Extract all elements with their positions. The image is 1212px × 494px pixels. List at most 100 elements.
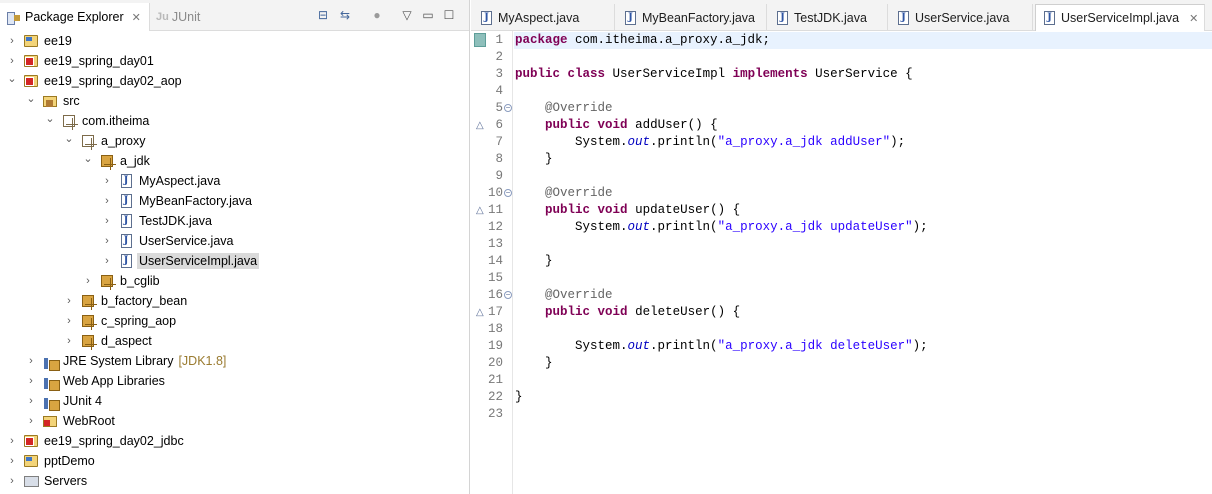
chevron-right-icon[interactable]: › <box>6 435 18 447</box>
code-line[interactable]: System.out.println("a_proxy.a_jdk update… <box>514 219 1212 236</box>
code-line[interactable]: System.out.println("a_proxy.a_jdk addUse… <box>514 134 1212 151</box>
java-editor[interactable]: 1 2 3 4 5−6 △ 7 8 9 10−11 △ 12 13 14 15 16−17 △ 18 19 20 21 2… <box>471 31 1212 494</box>
tree-item[interactable]: › c_spring_aop <box>63 311 178 331</box>
collapse-all-icon[interactable]: ⊟ <box>316 8 330 22</box>
tree-item[interactable]: › J UserServiceImpl.java <box>101 251 260 271</box>
tree-item[interactable]: ⌄ com.itheima <box>44 111 151 131</box>
code-line[interactable] <box>514 406 1212 423</box>
java-file-icon: J <box>898 10 909 25</box>
editor-tab[interactable]: J UserServiceImpl.java ✕ <box>1035 4 1205 31</box>
tree-item[interactable]: ⌄ a_jdk <box>82 151 152 171</box>
fold-collapse-icon[interactable]: − <box>504 104 512 112</box>
minimize-icon[interactable]: ▭ <box>421 8 435 22</box>
code-line[interactable]: @Override <box>514 100 1212 117</box>
chevron-right-icon[interactable]: › <box>63 335 75 347</box>
code-line[interactable]: } <box>514 389 1212 406</box>
code-line[interactable]: public void addUser() { <box>514 117 1212 134</box>
tree-item[interactable]: › J MyAspect.java <box>101 171 222 191</box>
chevron-right-icon[interactable]: › <box>25 355 37 367</box>
close-icon[interactable]: ✕ <box>1189 12 1198 25</box>
tree-item[interactable]: › pptDemo <box>6 451 97 471</box>
editor-tab[interactable]: J UserService.java <box>890 4 1033 31</box>
chevron-right-icon[interactable]: › <box>25 395 37 407</box>
chevron-down-icon[interactable]: ⌄ <box>63 132 75 145</box>
code-line[interactable]: System.out.println("a_proxy.a_jdk delete… <box>514 338 1212 355</box>
editor-tab[interactable]: J MyBeanFactory.java <box>617 4 767 31</box>
tree-item[interactable]: ⌄ ee19_spring_day02_aop <box>6 71 184 91</box>
chevron-right-icon[interactable]: › <box>25 415 37 427</box>
chevron-right-icon[interactable]: › <box>6 455 18 467</box>
project-icon <box>23 453 39 469</box>
code-line[interactable] <box>514 83 1212 100</box>
code-line[interactable] <box>514 372 1212 389</box>
code-line[interactable] <box>514 49 1212 66</box>
chevron-right-icon[interactable]: › <box>101 215 113 227</box>
tree-item[interactable]: › J UserService.java <box>101 231 235 251</box>
code-line[interactable]: public void deleteUser() { <box>514 304 1212 321</box>
tree-item[interactable]: › J MyBeanFactory.java <box>101 191 254 211</box>
tree-item[interactable]: › b_factory_bean <box>63 291 189 311</box>
code-line[interactable] <box>514 168 1212 185</box>
tree-item-label: b_factory_bean <box>101 294 188 308</box>
fold-collapse-icon[interactable]: − <box>504 189 512 197</box>
tab-package-explorer[interactable]: Package Explorer ✕ <box>0 3 150 31</box>
chevron-down-icon[interactable]: ⌄ <box>6 72 18 85</box>
code-line[interactable] <box>514 321 1212 338</box>
code-line[interactable]: @Override <box>514 185 1212 202</box>
fold-collapse-icon[interactable]: − <box>504 291 512 299</box>
chevron-right-icon[interactable]: › <box>101 195 113 207</box>
tree-item[interactable]: › d_aspect <box>63 331 154 351</box>
tree-item[interactable]: › JRE System Library [JDK1.8] <box>25 351 226 371</box>
code-line[interactable]: } <box>514 355 1212 372</box>
tab-junit[interactable]: Ju JUnit <box>156 3 200 31</box>
close-icon[interactable]: ✕ <box>132 11 141 24</box>
tree-item[interactable]: ⌄ a_proxy <box>63 131 147 151</box>
code-line[interactable]: public void updateUser() { <box>514 202 1212 219</box>
tree-item[interactable]: › Servers <box>6 471 89 491</box>
link-with-editor-icon[interactable]: ⇆ <box>338 8 352 22</box>
tree-item[interactable]: › ee19_spring_day02_jdbc <box>6 431 186 451</box>
view-menu-icon[interactable]: ▽ <box>400 8 414 22</box>
code-line[interactable]: } <box>514 151 1212 168</box>
package-icon <box>80 313 97 330</box>
line-number: 16 <box>487 288 503 302</box>
package-explorer-panel: Package Explorer ✕ Ju JUnit ⊟ ⇆ ● ▽ ▭ ☐ … <box>0 0 470 494</box>
code-line[interactable]: package com.itheima.a_proxy.a_jdk; <box>514 32 1212 49</box>
chevron-right-icon[interactable]: › <box>82 275 94 287</box>
code-line[interactable] <box>514 270 1212 287</box>
servers-folder-icon <box>23 473 39 489</box>
tree-item[interactable]: › ee19 <box>6 31 74 51</box>
tree-item[interactable]: › JUnit 4 <box>25 391 104 411</box>
line-number: 8 <box>495 152 503 166</box>
editor-tab[interactable]: J MyAspect.java <box>473 4 615 31</box>
code-line[interactable]: @Override <box>514 287 1212 304</box>
tree-item-label: ee19 <box>44 34 72 48</box>
code-line[interactable]: } <box>514 253 1212 270</box>
code-line[interactable] <box>514 236 1212 253</box>
tree-item[interactable]: › ee19_spring_day01 <box>6 51 156 71</box>
code-area[interactable]: package com.itheima.a_proxy.a_jdk;public… <box>514 31 1212 494</box>
tree-item[interactable]: › Web App Libraries <box>25 371 167 391</box>
chevron-right-icon[interactable]: › <box>63 315 75 327</box>
chevron-down-icon[interactable]: ⌄ <box>25 92 37 105</box>
chevron-right-icon[interactable]: › <box>101 235 113 247</box>
chevron-right-icon[interactable]: › <box>6 475 18 487</box>
code-line[interactable]: public class UserServiceImpl implements … <box>514 66 1212 83</box>
maximize-icon[interactable]: ☐ <box>442 8 456 22</box>
chevron-right-icon[interactable]: › <box>6 35 18 47</box>
focus-on-working-set-icon[interactable]: ● <box>370 8 384 22</box>
chevron-right-icon[interactable]: › <box>6 55 18 67</box>
chevron-right-icon[interactable]: › <box>63 295 75 307</box>
editor-tab[interactable]: J TestJDK.java <box>769 4 888 31</box>
chevron-right-icon[interactable]: › <box>25 375 37 387</box>
tree-item[interactable]: › b_cglib <box>82 271 162 291</box>
tree-item[interactable]: › WebRoot <box>25 411 117 431</box>
chevron-down-icon[interactable]: ⌄ <box>44 112 56 125</box>
chevron-right-icon[interactable]: › <box>101 255 113 267</box>
chevron-right-icon[interactable]: › <box>101 175 113 187</box>
chevron-down-icon[interactable]: ⌄ <box>82 152 94 165</box>
quick-diff-marker <box>474 33 486 47</box>
tree-item[interactable]: ⌄ src <box>25 91 82 111</box>
tree-item[interactable]: › J TestJDK.java <box>101 211 214 231</box>
tab-label: Package Explorer <box>25 10 124 24</box>
